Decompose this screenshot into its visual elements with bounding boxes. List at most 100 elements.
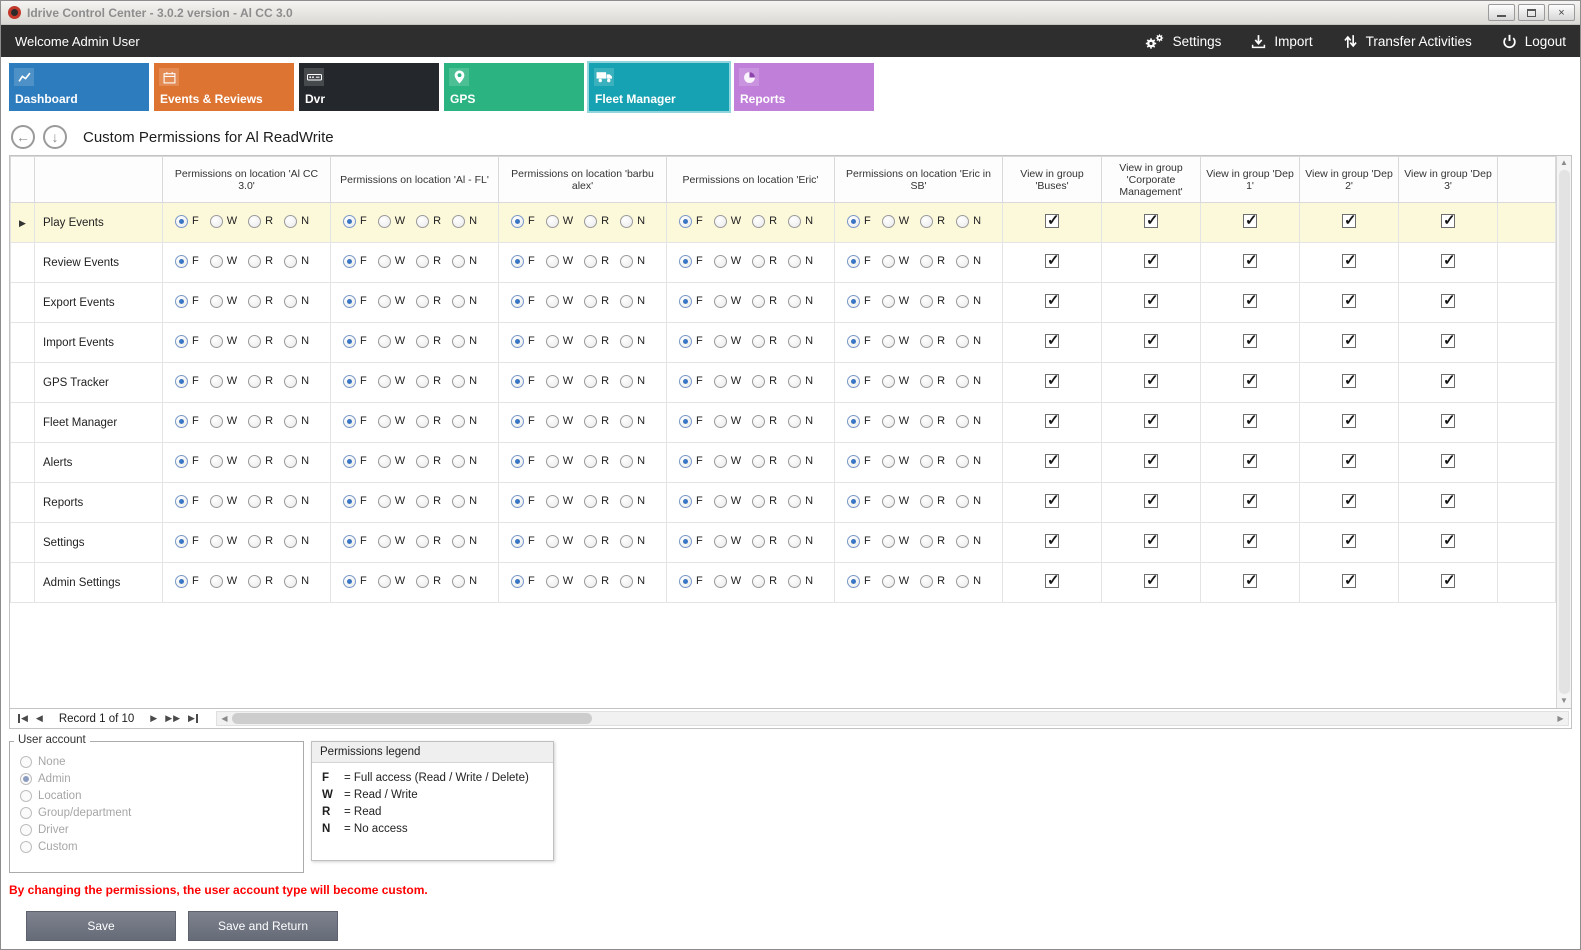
- group-view-checkbox[interactable]: [1441, 534, 1455, 548]
- permission-radio-F[interactable]: F: [679, 575, 703, 588]
- permission-radio-F[interactable]: F: [343, 575, 367, 588]
- permission-radio-W[interactable]: W: [882, 575, 909, 588]
- permission-radio-W[interactable]: W: [714, 375, 741, 388]
- group-view-checkbox[interactable]: [1243, 534, 1257, 548]
- permission-radio-R[interactable]: R: [752, 255, 777, 268]
- permission-radio-R[interactable]: R: [584, 335, 609, 348]
- permission-radio-F[interactable]: F: [343, 335, 367, 348]
- permission-radio-R[interactable]: R: [248, 455, 273, 468]
- permission-radio-W[interactable]: W: [546, 375, 573, 388]
- permission-radio-R[interactable]: R: [752, 575, 777, 588]
- tab-dashboard[interactable]: Dashboard: [9, 63, 149, 111]
- permission-radio-F[interactable]: F: [847, 295, 871, 308]
- permission-radio-R[interactable]: R: [920, 295, 945, 308]
- permission-radio-W[interactable]: W: [378, 415, 405, 428]
- grid-row[interactable]: Fleet ManagerFWRNFWRNFWRNFWRNFWRN: [11, 403, 1556, 443]
- permission-radio-F[interactable]: F: [847, 335, 871, 348]
- permission-radio-R[interactable]: R: [920, 575, 945, 588]
- permission-radio-N[interactable]: N: [284, 455, 309, 468]
- permission-radio-R[interactable]: R: [752, 215, 777, 228]
- user-account-option-group-department[interactable]: Group/department: [20, 807, 293, 819]
- permission-radio-R[interactable]: R: [920, 535, 945, 548]
- permission-radio-W[interactable]: W: [882, 215, 909, 228]
- permission-radio-R[interactable]: R: [584, 455, 609, 468]
- permission-radio-F[interactable]: F: [847, 455, 871, 468]
- permission-radio-F[interactable]: F: [511, 335, 535, 348]
- permission-radio-R[interactable]: R: [416, 535, 441, 548]
- permission-radio-F[interactable]: F: [175, 255, 199, 268]
- permission-radio-R[interactable]: R: [584, 215, 609, 228]
- tab-fleet-manager[interactable]: Fleet Manager: [589, 63, 729, 111]
- group-view-checkbox[interactable]: [1342, 334, 1356, 348]
- permission-radio-N[interactable]: N: [956, 415, 981, 428]
- group-view-checkbox[interactable]: [1441, 334, 1455, 348]
- permission-radio-W[interactable]: W: [378, 495, 405, 508]
- permission-radio-F[interactable]: F: [343, 215, 367, 228]
- transfer-activities-button[interactable]: Transfer Activities: [1343, 34, 1472, 49]
- vertical-scrollbar-thumb[interactable]: [1559, 170, 1570, 694]
- group-view-checkbox[interactable]: [1045, 494, 1059, 508]
- permission-radio-R[interactable]: R: [920, 455, 945, 468]
- group-view-checkbox[interactable]: [1045, 214, 1059, 228]
- scroll-up-icon[interactable]: ▲: [1560, 158, 1568, 168]
- permission-radio-F[interactable]: F: [679, 535, 703, 548]
- permission-radio-N[interactable]: N: [956, 215, 981, 228]
- back-button[interactable]: ←: [11, 125, 35, 149]
- permission-radio-N[interactable]: N: [956, 375, 981, 388]
- permission-radio-W[interactable]: W: [210, 335, 237, 348]
- scroll-left-icon[interactable]: ◀: [217, 714, 232, 723]
- permission-radio-W[interactable]: W: [714, 575, 741, 588]
- permission-radio-F[interactable]: F: [511, 535, 535, 548]
- group-view-checkbox[interactable]: [1441, 414, 1455, 428]
- permission-radio-W[interactable]: W: [378, 295, 405, 308]
- permission-radio-W[interactable]: W: [378, 375, 405, 388]
- grid-row[interactable]: AlertsFWRNFWRNFWRNFWRNFWRN: [11, 443, 1556, 483]
- permission-radio-N[interactable]: N: [956, 455, 981, 468]
- permission-radio-N[interactable]: N: [620, 495, 645, 508]
- permission-radio-N[interactable]: N: [284, 375, 309, 388]
- column-header[interactable]: View in group 'Dep 1': [1201, 157, 1300, 203]
- permission-radio-W[interactable]: W: [546, 415, 573, 428]
- permission-radio-W[interactable]: W: [882, 255, 909, 268]
- permission-radio-N[interactable]: N: [788, 455, 813, 468]
- permission-radio-N[interactable]: N: [788, 375, 813, 388]
- permission-radio-N[interactable]: N: [284, 495, 309, 508]
- permission-radio-W[interactable]: W: [882, 455, 909, 468]
- group-view-checkbox[interactable]: [1144, 454, 1158, 468]
- permission-radio-N[interactable]: N: [620, 335, 645, 348]
- group-view-checkbox[interactable]: [1045, 294, 1059, 308]
- permission-radio-F[interactable]: F: [511, 415, 535, 428]
- group-view-checkbox[interactable]: [1144, 374, 1158, 388]
- permission-radio-F[interactable]: F: [847, 255, 871, 268]
- group-view-checkbox[interactable]: [1441, 254, 1455, 268]
- permission-radio-N[interactable]: N: [620, 255, 645, 268]
- permission-radio-R[interactable]: R: [416, 255, 441, 268]
- permission-radio-R[interactable]: R: [248, 295, 273, 308]
- grid-row[interactable]: Review EventsFWRNFWRNFWRNFWRNFWRN: [11, 243, 1556, 283]
- permission-radio-F[interactable]: F: [175, 295, 199, 308]
- permission-radio-F[interactable]: F: [175, 335, 199, 348]
- permission-radio-N[interactable]: N: [788, 535, 813, 548]
- permission-radio-W[interactable]: W: [882, 415, 909, 428]
- group-view-checkbox[interactable]: [1045, 334, 1059, 348]
- permission-radio-R[interactable]: R: [752, 495, 777, 508]
- permission-radio-N[interactable]: N: [956, 335, 981, 348]
- permission-radio-W[interactable]: W: [882, 375, 909, 388]
- group-view-checkbox[interactable]: [1144, 254, 1158, 268]
- group-view-checkbox[interactable]: [1342, 374, 1356, 388]
- group-view-checkbox[interactable]: [1243, 294, 1257, 308]
- permission-radio-F[interactable]: F: [679, 495, 703, 508]
- permission-radio-W[interactable]: W: [546, 295, 573, 308]
- first-record-icon[interactable]: ◀: [18, 714, 28, 723]
- group-view-checkbox[interactable]: [1342, 494, 1356, 508]
- save-button[interactable]: Save: [26, 911, 176, 941]
- grid-row[interactable]: ReportsFWRNFWRNFWRNFWRNFWRN: [11, 483, 1556, 523]
- permission-radio-R[interactable]: R: [416, 215, 441, 228]
- permission-radio-W[interactable]: W: [378, 215, 405, 228]
- permission-radio-N[interactable]: N: [284, 415, 309, 428]
- last-record-icon[interactable]: ▶: [188, 714, 198, 723]
- horizontal-scrollbar-thumb[interactable]: [232, 713, 592, 724]
- import-button[interactable]: Import: [1251, 34, 1312, 49]
- user-account-option-location[interactable]: Location: [20, 790, 293, 802]
- permission-radio-N[interactable]: N: [956, 535, 981, 548]
